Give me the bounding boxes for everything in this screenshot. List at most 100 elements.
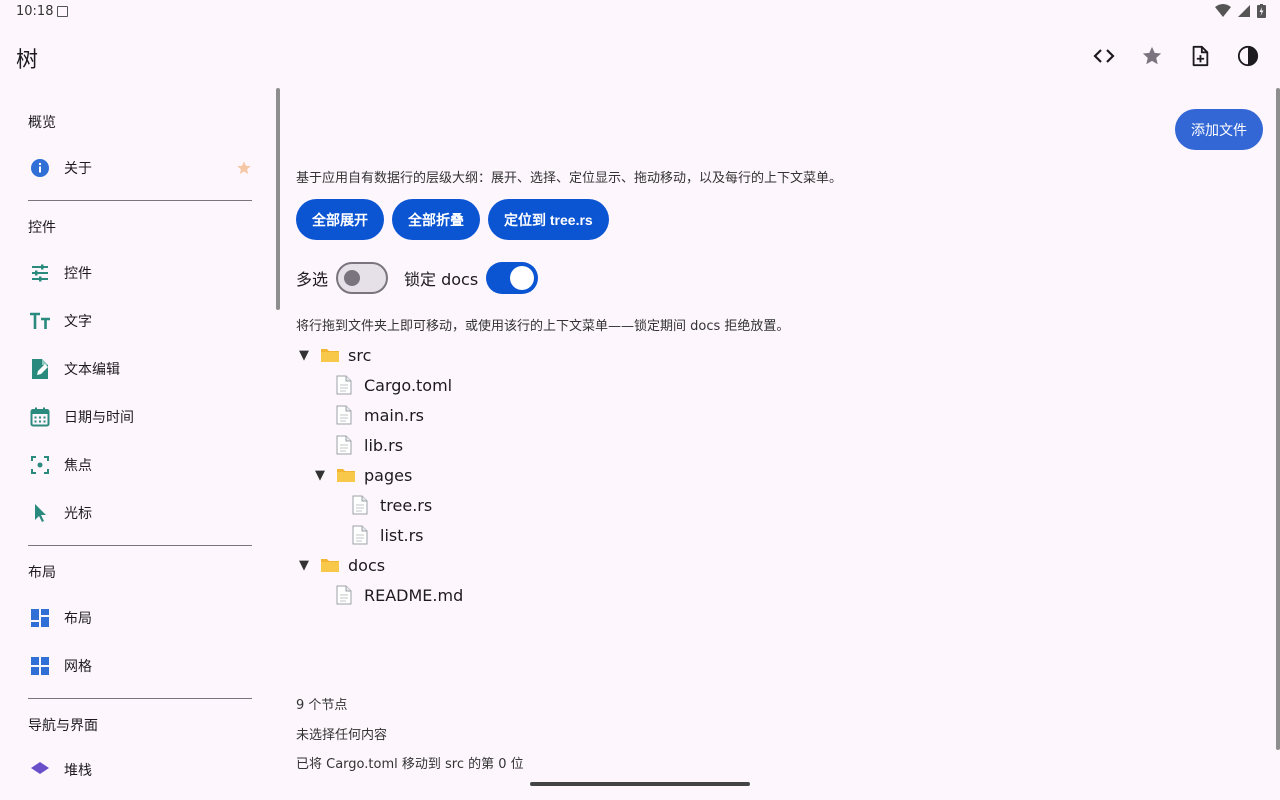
- sidebar-item-text[interactable]: 文字: [28, 305, 252, 337]
- section-title-overview: 概览: [28, 115, 56, 131]
- divider: [28, 698, 252, 699]
- page-title: 树: [16, 48, 39, 73]
- reveal-button[interactable]: 定位到 tree.rs: [488, 199, 609, 240]
- add-file-button[interactable]: 添加文件: [1175, 109, 1263, 150]
- sidebar: 概览 关于 控件 控件 文字 文本编辑 日期与时间 焦点 光标 布局 布局 网格…: [0, 90, 276, 800]
- tree-file-row[interactable]: list.rs: [328, 520, 424, 550]
- sidebar-item-label: 光标: [64, 506, 92, 522]
- folder-icon: [320, 557, 340, 573]
- sidebar-item-label: 焦点: [64, 458, 92, 474]
- expand-toggle-icon[interactable]: ▼: [312, 468, 328, 483]
- sidebar-item-label: 控件: [64, 266, 92, 282]
- file-icon: [336, 375, 356, 395]
- note-add-icon: [1192, 45, 1209, 67]
- sidebar-item-grid[interactable]: 网格: [28, 650, 252, 682]
- drag-hint: 将行拖到文件夹上即可移动，或使用该行的上下文菜单——锁定期间 docs 拒绝放置…: [296, 319, 790, 334]
- calendar-icon: [28, 405, 52, 429]
- page-description: 基于应用自有数据行的层级大纲：展开、选择、定位显示、拖动移动，以及每行的上下文菜…: [296, 171, 843, 186]
- tree-file-row[interactable]: tree.rs: [328, 490, 432, 520]
- switch-knob: [510, 266, 535, 290]
- star-icon: [236, 160, 252, 180]
- tree-file-row[interactable]: lib.rs: [312, 430, 403, 460]
- status-time: 10:18: [16, 4, 54, 19]
- dashboard-icon: [28, 606, 52, 630]
- tree-item-label: src: [348, 345, 372, 365]
- collapse-all-button[interactable]: 全部折叠: [392, 199, 480, 240]
- focus-icon: [28, 453, 52, 477]
- tree-item-label: list.rs: [380, 525, 424, 545]
- home-indicator[interactable]: [530, 782, 750, 786]
- tree-file-row[interactable]: README.md: [312, 580, 463, 610]
- last-move-status: 已将 Cargo.toml 移动到 src 的第 0 位: [296, 757, 524, 772]
- info-icon: [28, 156, 52, 180]
- tree-actions: 全部展开 全部折叠 定位到 tree.rs: [296, 199, 609, 240]
- sidebar-item-label: 堆栈: [64, 763, 92, 779]
- sidebar-item-datetime[interactable]: 日期与时间: [28, 401, 252, 433]
- battery-icon: [1257, 4, 1266, 18]
- code-button[interactable]: [1088, 40, 1120, 72]
- tree-file-row[interactable]: main.rs: [312, 400, 424, 430]
- file-icon: [336, 435, 356, 455]
- text-icon: [28, 309, 52, 333]
- folder-icon: [336, 467, 356, 483]
- sidebar-item-about[interactable]: 关于: [28, 152, 252, 184]
- expand-toggle-icon[interactable]: ▼: [296, 558, 312, 573]
- status-icons: [1215, 4, 1266, 18]
- tree-item-label: pages: [364, 465, 413, 485]
- tree-folder-row[interactable]: ▼ src: [296, 340, 371, 370]
- section-title-layout: 布局: [28, 565, 56, 581]
- sidebar-item-label: 网格: [64, 659, 92, 675]
- sidebar-item-widgets[interactable]: 控件: [28, 257, 252, 289]
- sidebar-scrollbar[interactable]: [276, 88, 280, 310]
- star-icon: [1142, 46, 1162, 65]
- tree-item-label: tree.rs: [380, 495, 433, 515]
- section-title-navigation: 导航与界面: [28, 718, 98, 734]
- sidebar-item-text-edit[interactable]: 文本编辑: [28, 353, 252, 385]
- folder-icon: [320, 347, 340, 363]
- sidebar-item-focus[interactable]: 焦点: [28, 449, 252, 481]
- sidebar-item-label: 布局: [64, 611, 92, 627]
- section-title-widgets: 控件: [28, 220, 56, 236]
- new-file-button[interactable]: [1184, 40, 1216, 72]
- grid-icon: [28, 654, 52, 678]
- content-scrollbar[interactable]: [1276, 88, 1280, 750]
- toggle-row: 多选 锁定 docs: [296, 262, 554, 294]
- lock-docs-label: 锁定 docs: [404, 270, 479, 289]
- sidebar-item-layout[interactable]: 布局: [28, 602, 252, 634]
- divider: [28, 545, 252, 546]
- node-count: 9 个节点: [296, 698, 348, 713]
- theme-button[interactable]: [1232, 40, 1264, 72]
- tree-item-label: Cargo.toml: [364, 375, 453, 395]
- file-icon: [336, 585, 356, 605]
- multi-select-switch[interactable]: [336, 262, 389, 294]
- file-icon: [336, 405, 356, 425]
- tree-item-label: main.rs: [364, 405, 424, 425]
- expand-toggle-icon[interactable]: ▼: [296, 348, 312, 363]
- signal-icon: [1238, 5, 1250, 17]
- tree-item-label: docs: [348, 555, 386, 575]
- tree-file-row[interactable]: Cargo.toml: [312, 370, 452, 400]
- lock-docs-switch[interactable]: [486, 262, 539, 294]
- tree-item-label: lib.rs: [364, 435, 404, 455]
- switch-knob: [344, 270, 361, 286]
- sidebar-item-label: 日期与时间: [64, 410, 134, 426]
- sidebar-item-cursor[interactable]: 光标: [28, 497, 252, 529]
- file-icon: [352, 495, 372, 515]
- screenshot-icon: [57, 6, 68, 17]
- tree-folder-row[interactable]: ▼ docs: [296, 550, 385, 580]
- layers-icon: [28, 758, 52, 782]
- toolbar: [1088, 40, 1264, 72]
- code-icon: [1093, 49, 1115, 63]
- divider: [28, 200, 252, 201]
- tune-icon: [28, 261, 52, 285]
- sidebar-item-label: 关于: [64, 161, 92, 177]
- multi-select-label: 多选: [296, 270, 329, 289]
- expand-all-button[interactable]: 全部展开: [296, 199, 384, 240]
- tree-folder-row[interactable]: ▼ pages: [312, 460, 412, 490]
- sidebar-item-stack[interactable]: 堆栈: [28, 754, 252, 786]
- favorite-button[interactable]: [1136, 40, 1168, 72]
- wifi-icon: [1215, 4, 1231, 17]
- tree-item-label: README.md: [364, 585, 464, 605]
- file-icon: [352, 525, 372, 545]
- cursor-icon: [28, 501, 52, 525]
